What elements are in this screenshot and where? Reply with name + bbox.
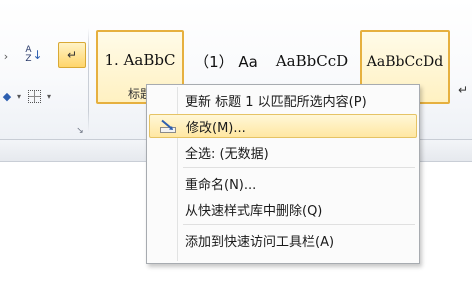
menu-item-modify[interactable]: 修改(M)... [149,114,417,138]
show-paragraph-marks-button[interactable]: ↵ [58,42,86,68]
style-preview: 1. AaBbC [104,50,176,69]
group-divider [88,28,89,132]
sort-icon: A Z [25,45,32,64]
shading-dropdown-icon[interactable]: ▾ [14,86,24,106]
menu-item-label: 添加到快速访问工具栏(A) [185,234,335,250]
style-preview: （1） Aa [194,52,258,71]
menu-item-add-to-quick-access[interactable]: 添加到快速访问工具栏(A) [149,227,417,253]
menu-item-remove-from-gallery[interactable]: 从快速样式库中删除(Q) [149,196,417,222]
sort-button[interactable]: A Z ↓ [20,42,48,68]
borders-button[interactable] [26,86,42,106]
menu-item-select-all[interactable]: 全选: (无数据) [149,139,417,165]
sort-arrow-icon: ↓ [32,48,43,62]
dialog-launcher-icon[interactable]: ↘ [75,126,85,136]
menu-item-label: 重命名(N)... [185,177,257,193]
style-preview: AaBbCcDd [366,54,444,70]
menu-item-update-to-match[interactable]: 更新 标题 1 以匹配所选内容(P) [149,87,417,113]
menu-separator [183,224,415,225]
menu-item-label: 更新 标题 1 以匹配所选内容(P) [185,94,367,110]
menu-item-label: 修改(M)... [186,120,246,136]
chevron-right-icon[interactable]: › [0,46,12,66]
style-context-menu: 更新 标题 1 以匹配所选内容(P) 修改(M)... 全选: (无数据) 重命… [146,84,420,264]
borders-icon [27,89,41,103]
modify-style-icon [160,119,176,133]
menu-item-rename[interactable]: 重命名(N)... [149,170,417,196]
menu-separator [183,167,415,168]
style-name: ↵ [457,83,469,97]
shading-icon[interactable]: ◆ [0,86,14,106]
style-partial[interactable]: ↵ [454,30,472,104]
paragraph-mark-icon: ↵ [66,48,78,62]
style-preview: AaBbCcD [275,52,349,70]
borders-dropdown-icon[interactable]: ▾ [44,86,54,106]
menu-item-label: 从快速样式库中删除(Q) [185,203,323,219]
menu-item-label: 全选: (无数据) [185,146,269,162]
